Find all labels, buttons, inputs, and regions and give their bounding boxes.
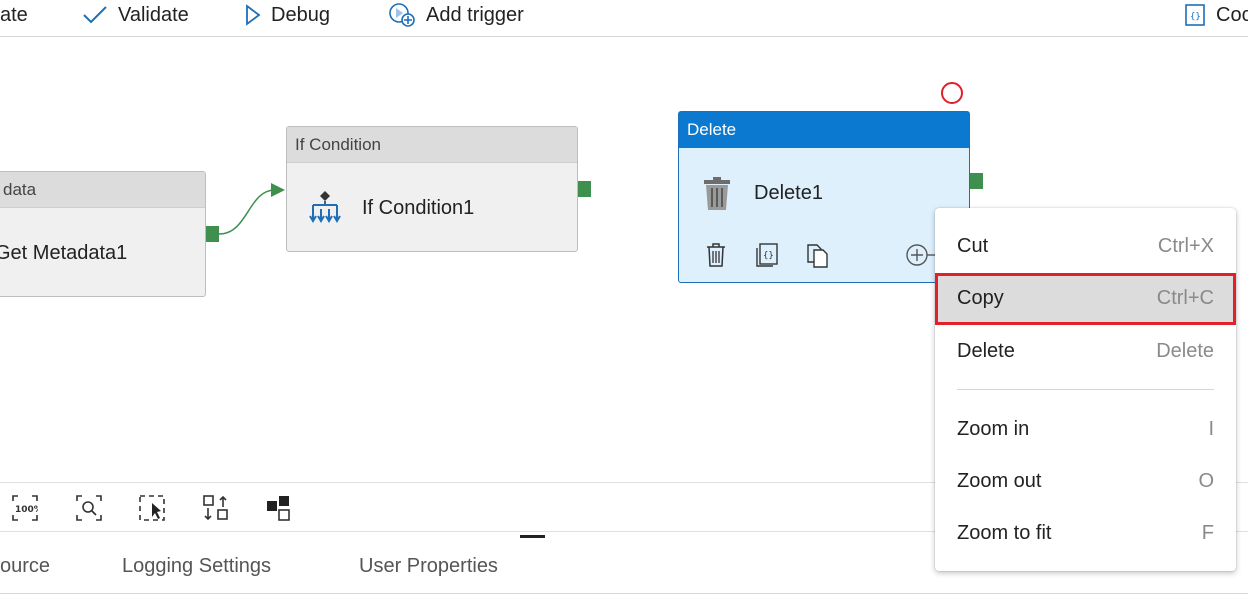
success-port[interactable] <box>578 181 591 197</box>
tab-source[interactable]: ource <box>0 555 50 578</box>
menu-item-shortcut: Delete <box>1156 340 1214 362</box>
activity-delete[interactable]: Delete Delete1 {} <box>678 111 970 283</box>
publish-button[interactable]: ate <box>0 0 28 30</box>
delete-activity-icon[interactable] <box>705 242 727 268</box>
debug-label: Debug <box>271 3 330 26</box>
menu-item-label: Cut <box>957 235 989 257</box>
success-port[interactable] <box>970 173 983 189</box>
layout-icon[interactable] <box>266 495 292 521</box>
add-output-icon[interactable] <box>905 242 939 268</box>
auto-align-icon[interactable] <box>203 495 229 521</box>
play-icon <box>246 4 261 26</box>
tab-user-properties[interactable]: User Properties <box>359 555 498 578</box>
context-menu: Cut Ctrl+X Copy Ctrl+C Delete Delete Zoo… <box>935 208 1236 571</box>
if-condition-icon <box>309 191 341 223</box>
validate-button[interactable]: Validate <box>82 0 189 30</box>
menu-item-shortcut: Ctrl+X <box>1157 235 1214 257</box>
select-icon[interactable] <box>139 495 165 521</box>
clone-icon[interactable] <box>806 242 830 268</box>
activity-name: Get Metadata1 <box>0 242 128 264</box>
activity-name: If Condition1 <box>362 197 475 219</box>
add-trigger-button[interactable]: Add trigger <box>388 0 524 30</box>
menu-item-copy[interactable]: Copy Ctrl+C <box>935 273 1236 325</box>
code-icon: {} <box>1185 4 1205 26</box>
menu-item-cut[interactable]: Cut Ctrl+X <box>935 221 1236 273</box>
svg-text:{}: {} <box>1190 12 1201 22</box>
menu-item-delete[interactable]: Delete Delete <box>935 326 1236 378</box>
success-port[interactable] <box>206 226 219 242</box>
view-code-icon[interactable]: {} <box>755 242 779 268</box>
code-label: Coc <box>1216 3 1248 26</box>
activity-header: Delete <box>679 112 969 148</box>
activity-if-condition[interactable]: If Condition If Condition1 <box>286 126 578 252</box>
menu-separator <box>957 389 1214 390</box>
panel-splitter[interactable] <box>520 535 545 538</box>
tab-logging-settings[interactable]: Logging Settings <box>122 555 271 578</box>
zoom-100-icon[interactable]: 100% <box>12 495 38 521</box>
svg-text:100%: 100% <box>15 505 38 515</box>
debug-button[interactable]: Debug <box>245 0 330 30</box>
validate-label: Validate <box>118 3 189 26</box>
menu-item-label: Delete <box>957 340 1015 362</box>
menu-item-label: Zoom out <box>957 470 1042 492</box>
menu-item-shortcut: O <box>1198 470 1214 492</box>
pipeline-toolbar: ate Validate Debug Add trigger {} Coc <box>0 0 1248 37</box>
menu-item-zoom-to-fit[interactable]: Zoom to fit F <box>935 508 1236 560</box>
menu-item-label: Zoom to fit <box>957 522 1052 544</box>
menu-item-zoom-in[interactable]: Zoom in I <box>935 404 1236 456</box>
menu-item-label: Copy <box>957 287 1004 309</box>
activity-get-metadata[interactable]: data Get Metadata1 <box>0 171 206 297</box>
menu-item-shortcut: I <box>1208 418 1214 440</box>
zoom-search-icon[interactable] <box>76 495 102 521</box>
code-button[interactable]: {} Coc <box>1184 0 1248 30</box>
activity-name: Delete1 <box>754 182 823 204</box>
menu-item-label: Zoom in <box>957 418 1030 440</box>
activity-header: data <box>0 172 205 208</box>
menu-item-shortcut: Ctrl+C <box>1156 287 1214 309</box>
menu-item-zoom-out[interactable]: Zoom out O <box>935 456 1236 508</box>
add-trigger-label: Add trigger <box>426 3 524 26</box>
menu-item-shortcut: F <box>1201 522 1214 544</box>
trash-icon <box>704 177 730 210</box>
svg-text:{}: {} <box>763 251 774 261</box>
trigger-icon <box>389 3 415 27</box>
activity-header: If Condition <box>287 127 577 163</box>
checkmark-icon <box>83 6 107 24</box>
highlight-circle <box>941 82 963 104</box>
publish-label: ate <box>0 3 28 26</box>
